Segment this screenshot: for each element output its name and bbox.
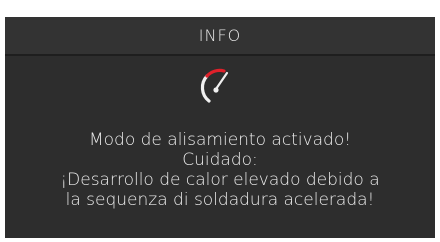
dialog-body: Modo de alisamiento activado! Cuidado: ¡…	[5, 56, 435, 238]
message-line: la sequenza di soldadura acelerada!	[65, 190, 375, 210]
dialog-header: INFO	[5, 17, 435, 56]
speedometer-icon	[200, 68, 229, 103]
message-line: Cuidado:	[182, 150, 258, 170]
message-text: Modo de alisamiento activado! Cuidado: ¡…	[5, 130, 435, 210]
message-line: ¡Desarrollo de calor elevado debido a	[60, 170, 380, 190]
info-dialog: INFO Modo de alisamiento activado! Cuida…	[5, 17, 435, 238]
message-line: Modo de alisamiento activado!	[88, 130, 352, 150]
dialog-title: INFO	[198, 26, 242, 45]
